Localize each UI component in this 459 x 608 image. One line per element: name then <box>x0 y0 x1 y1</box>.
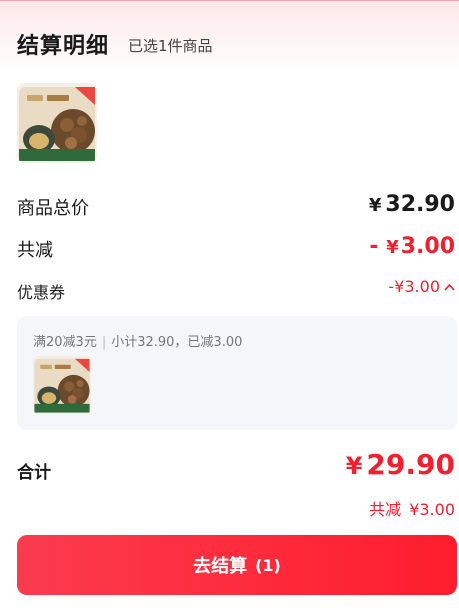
goods-total-label: 商品总价 <box>17 198 89 219</box>
divider: | <box>101 335 107 350</box>
checkout-button[interactable]: 去结算 (1) <box>17 535 457 595</box>
currency-symbol: ¥ <box>368 195 382 216</box>
total-price: ¥29.90 <box>346 448 455 481</box>
goods-total-price: ¥32.90 <box>369 192 455 217</box>
page-title: 结算明细 <box>17 34 110 59</box>
coupon-label: 优惠券 <box>17 283 66 302</box>
reduction-label: 共减 <box>17 240 53 261</box>
coupon-detail-panel: 满20减3元 | 小计32.90，已减3.00 <box>17 316 457 430</box>
product-thumbnail[interactable] <box>17 83 97 163</box>
product-package-image <box>19 87 95 161</box>
currency-symbol: ¥ <box>386 237 399 258</box>
goods-total-value: 32.90 <box>385 192 455 217</box>
coupon-description: 满20减3元 | 小计32.90，已减3.00 <box>33 331 242 350</box>
reduction-price: - ¥3.00 <box>369 234 455 259</box>
coupon-subtotal: 小计32.90，已减3.00 <box>111 335 243 350</box>
saved-label: 共减 <box>369 500 402 519</box>
total-value: 29.90 <box>366 448 455 481</box>
checkout-label: 去结算 <box>193 556 248 577</box>
coupon-value: -¥3.00 <box>388 277 440 296</box>
total-label: 合计 <box>17 463 51 483</box>
saved-value: ¥3.00 <box>409 500 455 519</box>
reduction-value: 3.00 <box>400 234 455 259</box>
product-package-image <box>34 358 90 413</box>
selected-count-subtitle: 已选1件商品 <box>128 37 213 55</box>
currency-symbol: ¥ <box>345 452 363 480</box>
coupon-rule: 满20减3元 <box>33 335 97 350</box>
coupon-product-thumbnail <box>33 356 91 414</box>
minus-sign: - <box>369 234 379 259</box>
saved-amount: 共减 ¥3.00 <box>369 496 455 520</box>
checkout-count: (1) <box>255 555 281 575</box>
coupon-toggle[interactable]: -¥3.00 <box>388 277 455 296</box>
chevron-up-icon <box>444 283 455 291</box>
